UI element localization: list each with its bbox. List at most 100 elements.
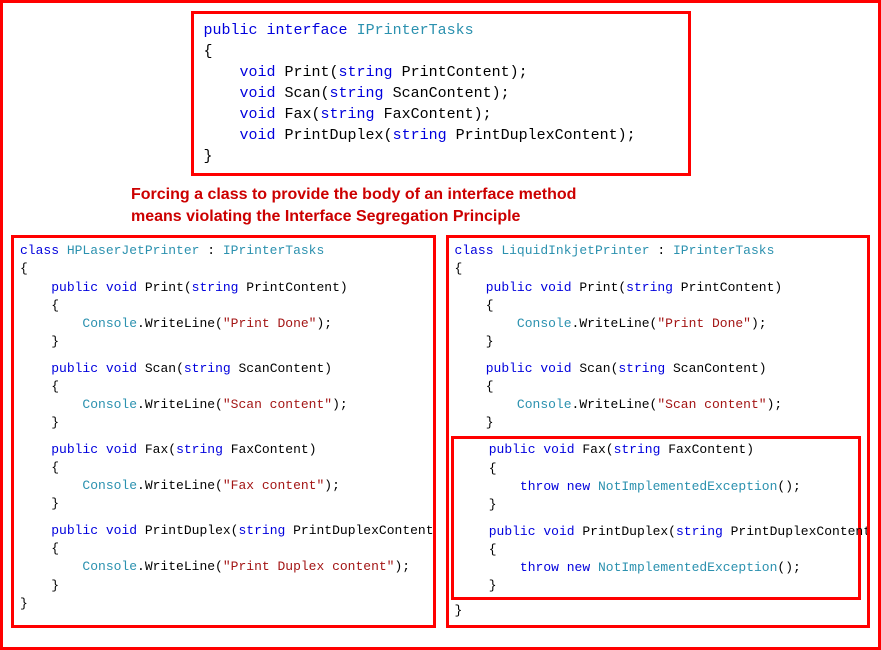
violation-highlight-box: public void Fax(string FaxContent) { thr…: [451, 436, 862, 600]
method-sig: public void Scan(string ScanContent): [20, 360, 427, 378]
keyword: throw: [520, 479, 559, 494]
code-line: void Print(string PrintContent);: [204, 62, 678, 83]
keyword: void: [106, 361, 137, 376]
brace: }: [455, 333, 862, 351]
method: Fax(: [575, 442, 614, 457]
body: Console.WriteLine("Scan content");: [455, 396, 862, 414]
method-sig: public void Fax(string FaxContent): [20, 441, 427, 459]
keyword: public: [51, 523, 98, 538]
brace: {: [458, 541, 855, 559]
keyword: void: [106, 523, 137, 538]
class-header: class LiquidInkjetPrinter : IPrinterTask…: [455, 242, 862, 260]
brace: {: [458, 460, 855, 478]
tail: ();: [777, 479, 800, 494]
brace: {: [455, 297, 862, 315]
keyword: string: [238, 523, 285, 538]
type-name: Console: [82, 559, 137, 574]
body: Console.WriteLine("Print Duplex content"…: [20, 558, 427, 576]
right-class-box: class LiquidInkjetPrinter : IPrinterTask…: [446, 235, 871, 627]
call: .WriteLine(: [137, 316, 223, 331]
string: "Print Done": [657, 316, 751, 331]
keyword: void: [106, 442, 137, 457]
keyword: void: [543, 442, 574, 457]
tail: );: [324, 478, 340, 493]
type-name: LiquidInkjetPrinter: [501, 243, 649, 258]
type-name: Console: [517, 316, 572, 331]
type-name: Console: [517, 397, 572, 412]
method-sig: public void Print(string PrintContent): [455, 279, 862, 297]
body: Console.WriteLine("Fax content");: [20, 477, 427, 495]
keyword: class: [455, 243, 494, 258]
call: .WriteLine(: [137, 559, 223, 574]
keyword: throw: [520, 560, 559, 575]
method: PrintDuplex(: [575, 524, 676, 539]
string: "Print Done": [223, 316, 317, 331]
tail: );: [395, 559, 411, 574]
call: .WriteLine(: [137, 397, 223, 412]
method: Fax(: [137, 442, 176, 457]
string: "Print Duplex content": [223, 559, 395, 574]
brace: }: [20, 577, 427, 595]
keyword: string: [330, 85, 384, 102]
tail: ();: [777, 560, 800, 575]
method: Print(: [572, 280, 627, 295]
class-header: class HPLaserJetPrinter : IPrinterTasks: [20, 242, 427, 260]
type-name: Console: [82, 478, 137, 493]
call: .WriteLine(: [137, 478, 223, 493]
keyword: string: [393, 127, 447, 144]
type-name: Console: [82, 316, 137, 331]
brace: }: [204, 146, 678, 167]
keyword: string: [192, 280, 239, 295]
body: Console.WriteLine("Scan content");: [20, 396, 427, 414]
method: Scan(: [276, 85, 330, 102]
body: throw new NotImplementedException();: [458, 478, 855, 496]
code-line: public interface IPrinterTasks: [204, 20, 678, 41]
param: PrintContent);: [393, 64, 528, 81]
param: PrintDuplexContent): [285, 523, 435, 538]
keyword: void: [540, 280, 571, 295]
body: Console.WriteLine("Print Done");: [20, 315, 427, 333]
brace: {: [20, 540, 427, 558]
brace: {: [20, 297, 427, 315]
keyword: string: [339, 64, 393, 81]
keyword: string: [321, 106, 375, 123]
colon: :: [650, 243, 673, 258]
type-name: Console: [82, 397, 137, 412]
type-name: IPrinterTasks: [673, 243, 774, 258]
brace: }: [455, 414, 862, 432]
keyword: void: [543, 524, 574, 539]
method: Scan(: [572, 361, 619, 376]
colon: :: [199, 243, 222, 258]
param: FaxContent): [223, 442, 317, 457]
code-line: void Scan(string ScanContent);: [204, 83, 678, 104]
tail: );: [316, 316, 332, 331]
tail: );: [332, 397, 348, 412]
param: PrintContent): [238, 280, 347, 295]
keyword: public: [489, 524, 536, 539]
brace: {: [455, 260, 862, 278]
string: "Scan content": [657, 397, 766, 412]
keyword: public: [204, 22, 258, 39]
method: Print(: [137, 280, 192, 295]
method-sig: public void Scan(string ScanContent): [455, 360, 862, 378]
string: "Fax content": [223, 478, 324, 493]
method-sig: public void Print(string PrintContent): [20, 279, 427, 297]
left-class-box: class HPLaserJetPrinter : IPrinterTasks …: [11, 235, 436, 627]
brace: }: [455, 602, 862, 620]
keyword: void: [240, 127, 276, 144]
type-name: NotImplementedException: [598, 560, 777, 575]
keyword: class: [20, 243, 59, 258]
brace: }: [20, 495, 427, 513]
method: Print(: [276, 64, 339, 81]
brace: {: [20, 459, 427, 477]
brace: }: [458, 496, 855, 514]
keyword: void: [540, 361, 571, 376]
method-sig: public void Fax(string FaxContent): [458, 441, 855, 459]
method-sig: public void PrintDuplex(string PrintDupl…: [20, 522, 427, 540]
param: PrintContent): [673, 280, 782, 295]
keyword: public: [489, 442, 536, 457]
code-line: void Fax(string FaxContent);: [204, 104, 678, 125]
body: throw new NotImplementedException();: [458, 559, 855, 577]
type-name: IPrinterTasks: [357, 22, 474, 39]
type-name: NotImplementedException: [598, 479, 777, 494]
